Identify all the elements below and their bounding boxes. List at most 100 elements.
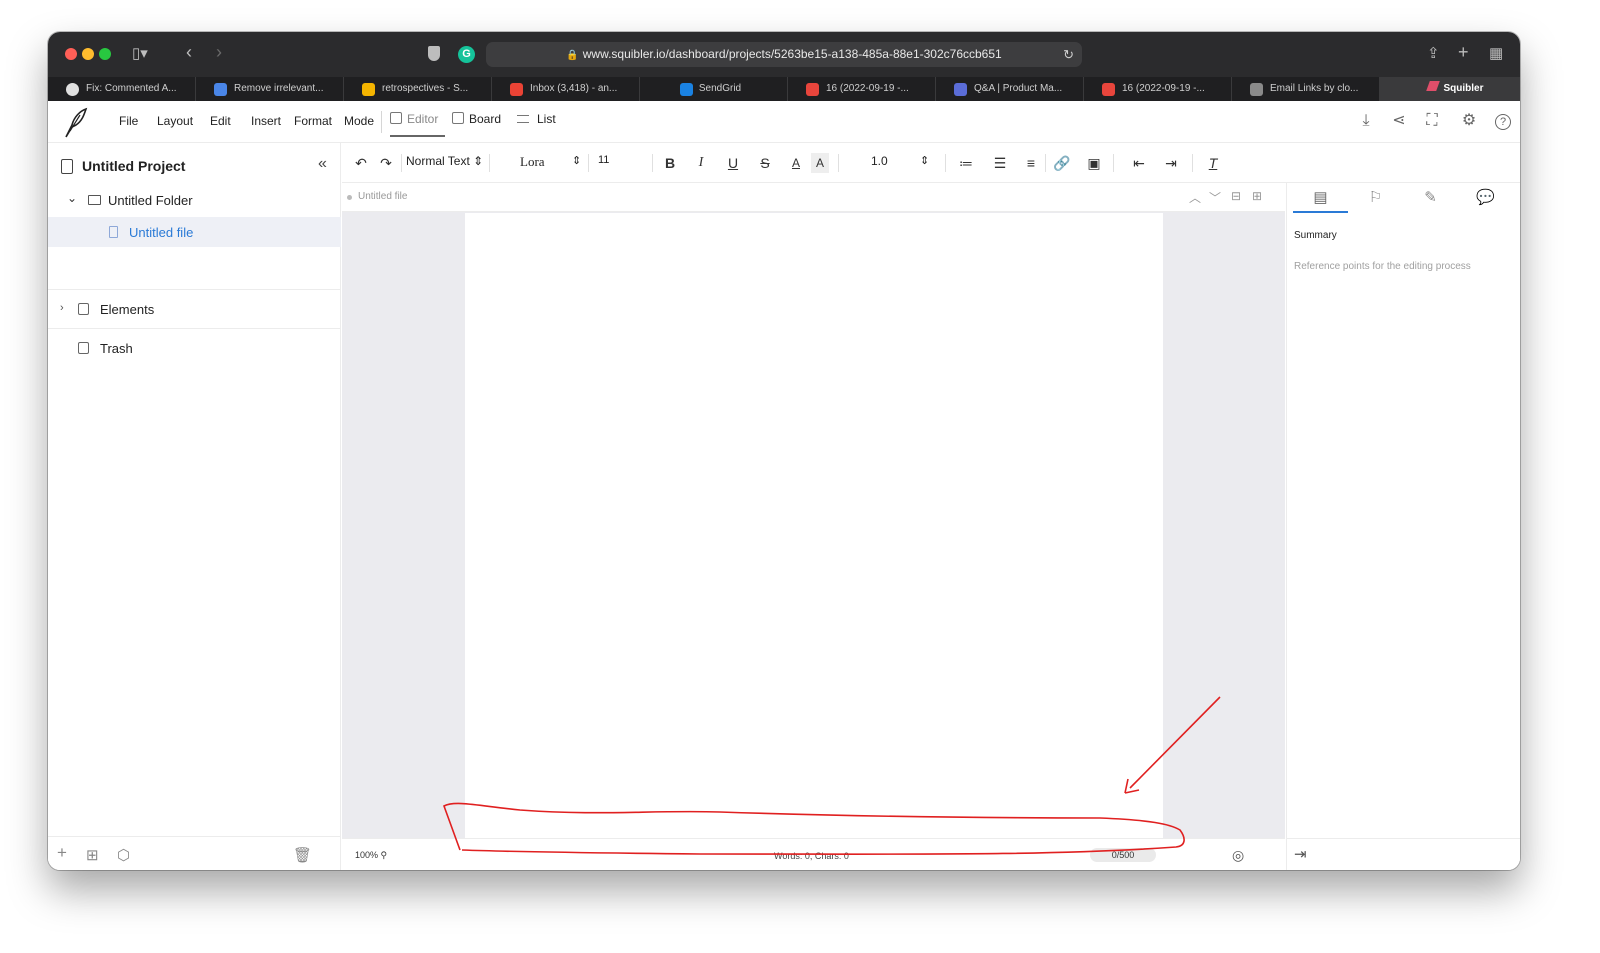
panel-footer: ⇥ — [1287, 838, 1520, 870]
browser-tab[interactable]: Remove irrelevant... — [196, 77, 344, 101]
highlight-icon[interactable]: A — [811, 153, 829, 173]
italic-icon[interactable]: I — [692, 153, 710, 173]
browser-tab[interactable]: Fix: Commented A... — [48, 77, 196, 101]
chevron-right-icon[interactable]: › — [60, 302, 64, 314]
settings-gear-icon[interactable]: ⚙ — [1459, 111, 1479, 131]
grammarly-icon[interactable]: G — [458, 46, 475, 63]
sidebar-toggle-icon[interactable]: ▯▾ — [132, 44, 148, 64]
squibler-logo-icon[interactable] — [62, 107, 88, 139]
bold-icon[interactable]: B — [661, 153, 679, 173]
chevron-updown-icon[interactable]: ⇕ — [920, 154, 929, 167]
browser-tab[interactable]: 16 (2022-09-19 -... — [1084, 77, 1232, 101]
elements-section[interactable]: › Elements — [48, 289, 341, 329]
divider — [588, 154, 589, 172]
logout-icon[interactable]: ⇥ — [1294, 845, 1307, 863]
mode-tab-list[interactable]: List — [517, 111, 556, 137]
divider — [652, 154, 653, 172]
collapse-sidebar-icon[interactable]: « — [318, 155, 327, 173]
browser-tab[interactable]: Inbox (3,418) - an... — [492, 77, 640, 101]
project-title[interactable]: Untitled Project — [82, 158, 185, 174]
link-icon[interactable]: 🔗 — [1053, 153, 1071, 173]
font-family-select[interactable]: Lora — [520, 154, 545, 170]
zoom-level[interactable]: 100% ⚲ — [355, 850, 387, 861]
chevron-up-icon[interactable]: ︿ — [1189, 189, 1201, 206]
tab-comment-icon[interactable]: 💬 — [1458, 183, 1513, 213]
browser-tab[interactable]: Email Links by clo... — [1232, 77, 1380, 101]
file-item-selected[interactable]: Untitled file — [48, 217, 341, 247]
reload-icon[interactable]: ↻ — [1063, 42, 1074, 67]
project-sidebar: Untitled Project « ⌄ Untitled Folder Unt… — [48, 143, 341, 870]
folder-label: Untitled Folder — [108, 193, 193, 208]
new-folder-icon[interactable]: ⊞ — [86, 846, 99, 864]
outdent-icon[interactable]: ⇤ — [1130, 153, 1148, 173]
browser-tab[interactable]: SendGrid — [640, 77, 788, 101]
trash-icon[interactable]: 🗑 — [293, 846, 312, 864]
fullscreen-icon[interactable]: ⛶ — [1422, 111, 1442, 131]
elements-label: Elements — [100, 302, 155, 317]
folder-item[interactable]: ⌄ Untitled Folder — [48, 188, 341, 214]
tab-pencil-icon[interactable]: ✎ — [1403, 183, 1458, 213]
text-style-select[interactable]: Normal Text ⇕ — [406, 154, 483, 168]
menu-mode[interactable]: Mode — [344, 114, 374, 128]
document-icon — [109, 226, 118, 238]
new-element-icon[interactable]: ⬡ — [117, 846, 130, 864]
new-tab-icon[interactable]: + — [1458, 42, 1469, 62]
tab-overview-icon[interactable]: ▦ — [1489, 44, 1503, 64]
menu-file[interactable]: File — [119, 114, 138, 128]
split-view-icon[interactable]: ⊟ — [1231, 189, 1241, 203]
bullet-list-icon[interactable]: ☰ — [991, 153, 1009, 173]
strikethrough-icon[interactable]: S — [756, 153, 774, 173]
calendar-icon — [806, 83, 819, 96]
add-icon[interactable]: + — [57, 843, 67, 863]
browser-window: ▯▾ ‹ › G 🔒 www.squibler.io/dashboard/proj… — [48, 32, 1520, 870]
minimize-window-button[interactable] — [82, 48, 94, 60]
cloudhq-icon — [1250, 83, 1263, 96]
chevron-updown-icon[interactable]: ⇕ — [572, 154, 581, 167]
image-icon[interactable]: ▣ — [1085, 153, 1103, 173]
divider — [838, 154, 839, 172]
tab-bookmark-icon[interactable]: ⚐ — [1348, 183, 1403, 213]
document-page[interactable] — [465, 213, 1163, 838]
share-icon[interactable]: ⇪ — [1427, 44, 1440, 64]
line-spacing-select[interactable]: 1.0 — [871, 154, 888, 168]
browser-tab[interactable]: 16 (2022-09-19 -... — [788, 77, 936, 101]
address-bar[interactable]: 🔒 www.squibler.io/dashboard/projects/5263… — [486, 42, 1082, 67]
browser-tab[interactable]: retrospectives - S... — [344, 77, 492, 101]
word-goal-badge[interactable]: 0/500 — [1090, 848, 1156, 862]
help-icon[interactable]: ? — [1493, 111, 1513, 131]
menu-format[interactable]: Format — [294, 114, 332, 128]
indent-icon[interactable]: ⇥ — [1162, 153, 1180, 173]
align-icon[interactable]: ≡ — [1022, 153, 1040, 173]
target-icon[interactable]: ◎ — [1232, 847, 1244, 864]
menu-edit[interactable]: Edit — [210, 114, 231, 128]
undo-icon[interactable]: ↶ — [352, 153, 370, 173]
back-icon[interactable]: ‹ — [186, 42, 192, 62]
tab-summary-icon[interactable]: ▤ — [1293, 183, 1348, 213]
text-color-icon[interactable]: A — [787, 153, 805, 173]
browser-tab-active[interactable]: Squibler — [1380, 77, 1520, 101]
numbered-list-icon[interactable]: ≔ — [957, 153, 975, 173]
underline-icon[interactable]: U — [724, 153, 742, 173]
chevron-down-icon[interactable]: ﹀ — [1209, 189, 1221, 206]
file-name: Untitled file — [358, 191, 408, 202]
browser-tab[interactable]: Q&A | Product Ma... — [936, 77, 1084, 101]
download-icon[interactable]: ⤓ — [1356, 111, 1376, 131]
redo-icon[interactable]: ↷ — [377, 153, 395, 173]
panel-hint: Reference points for the editing process — [1294, 261, 1471, 272]
menu-insert[interactable]: Insert — [251, 114, 281, 128]
trash-section[interactable]: Trash — [48, 329, 341, 369]
github-icon — [66, 83, 79, 96]
close-window-button[interactable] — [65, 48, 77, 60]
maximize-window-button[interactable] — [99, 48, 111, 60]
privacy-shield-icon[interactable] — [428, 46, 440, 61]
font-size-input[interactable]: 11 — [598, 154, 609, 166]
menu-layout[interactable]: Layout — [157, 114, 193, 128]
clear-format-icon[interactable]: T — [1204, 153, 1222, 173]
cube-icon — [78, 303, 89, 315]
side-view-icon[interactable]: ⊞ — [1252, 189, 1262, 203]
mode-tab-editor[interactable]: Editor — [390, 111, 445, 137]
share-icon[interactable]: ⋖ — [1389, 111, 1409, 131]
forward-icon[interactable]: › — [216, 42, 222, 62]
mode-tab-board[interactable]: Board — [452, 111, 501, 137]
chevron-down-icon[interactable]: ⌄ — [67, 191, 77, 205]
